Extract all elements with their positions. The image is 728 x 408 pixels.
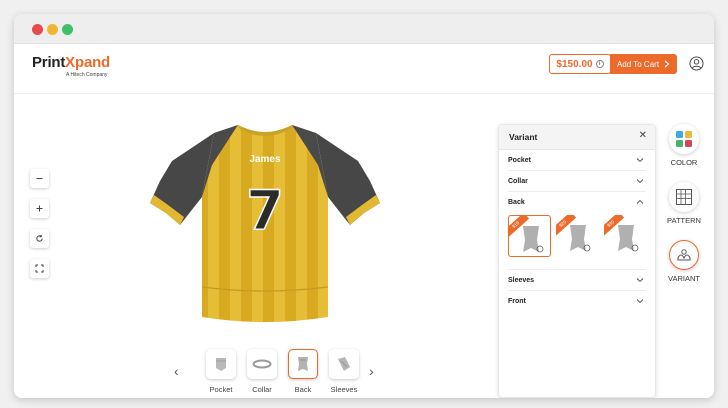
parts-selector: ‹ Pocket Collar Back Sleeves ›	[174, 349, 374, 398]
brand-name: PrintXpand	[32, 54, 110, 71]
collar-thumbnail	[247, 349, 277, 379]
part-sleeves[interactable]: Sleeves	[329, 349, 359, 394]
price-display: $150.00 i	[549, 54, 611, 74]
close-window-button[interactable]	[32, 24, 43, 35]
minimize-window-button[interactable]	[47, 24, 58, 35]
jersey-preview[interactable]: James 7	[142, 121, 388, 327]
info-icon[interactable]: i	[595, 60, 604, 68]
variant-panel-title: Variant	[509, 132, 538, 142]
back-variant-options: $10 $20 $30	[508, 213, 646, 270]
back-thumbnail	[288, 349, 318, 379]
chevron-down-icon	[636, 158, 644, 163]
jersey-number-text: 7	[245, 178, 284, 243]
app-header: PrintXpand A Hitech Company $150.00 i Ad…	[14, 44, 714, 94]
section-label-pocket: Pocket	[508, 157, 531, 164]
parts-next-arrow[interactable]: ›	[369, 363, 374, 379]
variant-tool[interactable]: VARIANT	[666, 240, 702, 283]
back-icon	[298, 357, 308, 371]
brand-name-prefix: Print	[32, 54, 66, 71]
section-pocket[interactable]: Pocket	[508, 150, 646, 171]
variant-panel-header: Variant ✕	[499, 125, 655, 150]
price-value: $150.00	[556, 58, 593, 70]
zoom-out-icon	[36, 178, 43, 179]
title-bar	[14, 14, 714, 44]
pocket-thumbnail	[206, 349, 236, 379]
add-to-cart-button[interactable]: Add To Cart	[610, 54, 677, 74]
part-label-sleeves: Sleeves	[330, 385, 358, 394]
pattern-icon	[676, 189, 692, 205]
fullscreen-button[interactable]	[30, 259, 49, 278]
back-variant-option[interactable]: $20	[556, 215, 599, 257]
pattern-tool[interactable]: PATTERN	[666, 182, 702, 225]
rotate-icon	[36, 234, 43, 242]
section-collar[interactable]: Collar	[508, 171, 646, 192]
color-palette-icon	[676, 131, 692, 147]
part-collar[interactable]: Collar	[247, 349, 277, 394]
section-label-back: Back	[508, 199, 525, 206]
color-tool-label: COLOR	[670, 158, 698, 167]
rotate-button[interactable]	[30, 229, 49, 248]
parts-prev-arrow[interactable]: ‹	[174, 363, 179, 379]
variant-tool-label: VARIANT	[668, 274, 700, 283]
close-icon[interactable]: ✕	[639, 130, 647, 141]
brand-logo[interactable]: PrintXpand A Hitech Company	[32, 54, 110, 78]
maximize-window-button[interactable]	[62, 24, 73, 35]
brand-tagline: A Hitech Company	[66, 72, 108, 78]
chevron-up-icon	[636, 199, 644, 204]
chevron-down-icon	[636, 278, 644, 283]
part-pocket[interactable]: Pocket	[206, 349, 236, 394]
brand-name-suffix: Xpand	[65, 54, 111, 71]
sleeves-thumbnail	[329, 349, 359, 379]
add-to-cart-label: Add To Cart	[616, 59, 660, 69]
zoom-in-icon	[36, 205, 43, 212]
section-sleeves[interactable]: Sleeves	[508, 270, 646, 291]
back-variant-option[interactable]: $10	[508, 215, 551, 257]
collar-icon	[252, 359, 272, 369]
variant-panel: Variant ✕ Pocket Collar Back $10 $20 $30…	[498, 124, 656, 398]
section-front[interactable]: Front	[508, 291, 646, 312]
section-label-sleeves: Sleeves	[508, 277, 535, 284]
section-label-front: Front	[508, 298, 526, 305]
chevron-right-icon	[664, 60, 670, 68]
section-back[interactable]: Back	[508, 192, 646, 213]
color-tool[interactable]: COLOR	[666, 124, 702, 167]
pocket-icon	[216, 358, 226, 371]
pattern-tool-label: PATTERN	[667, 216, 701, 225]
pattern-tool-button	[669, 182, 699, 212]
fullscreen-icon	[35, 264, 44, 273]
user-icon[interactable]	[689, 56, 704, 71]
sleeves-icon	[338, 357, 350, 371]
color-tool-button	[669, 124, 699, 154]
design-canvas: James 7 ‹ Pocket Collar Back Sleeves › V…	[14, 94, 714, 398]
chevron-down-icon	[636, 179, 644, 184]
zoom-out-button[interactable]	[30, 169, 49, 188]
jersey-name-text: James	[249, 154, 281, 165]
chevron-down-icon	[636, 299, 644, 304]
app-window: PrintXpand A Hitech Company $150.00 i Ad…	[14, 14, 714, 398]
variant-tool-button	[669, 240, 699, 270]
canvas-tools	[30, 169, 49, 289]
section-label-collar: Collar	[508, 178, 528, 185]
back-variant-option[interactable]: $30	[604, 215, 647, 257]
variant-icon	[677, 249, 691, 261]
zoom-in-button[interactable]	[30, 199, 49, 218]
part-back[interactable]: Back	[288, 349, 318, 394]
